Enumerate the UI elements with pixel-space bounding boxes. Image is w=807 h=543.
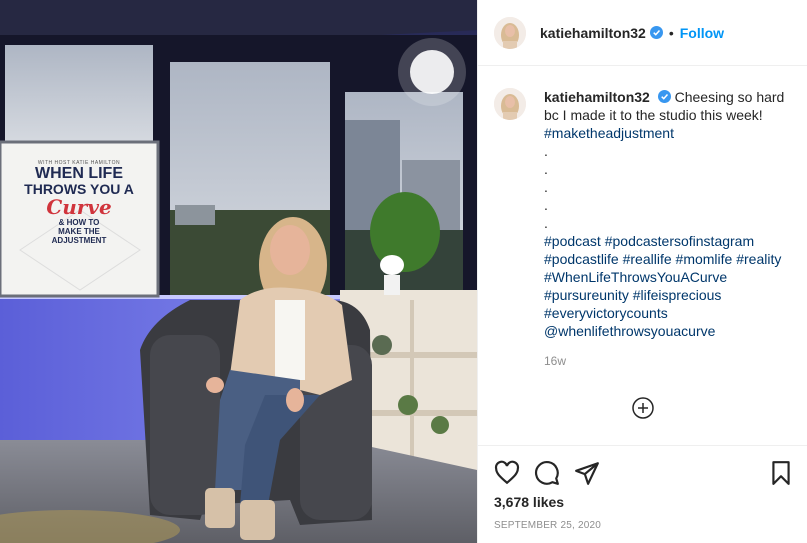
- verified-badge-icon: [649, 26, 663, 39]
- sign-line-4: MAKE THE: [58, 227, 100, 236]
- caption-text: katiehamilton32 Cheesing so hard bc I ma…: [544, 88, 794, 370]
- avatar[interactable]: [494, 16, 526, 49]
- like-count[interactable]: 3,678 likes: [494, 494, 564, 510]
- separator-dot: •: [668, 24, 674, 41]
- caption-dot: .: [544, 197, 548, 213]
- sign-text: WITH HOST KATIE HAMILTON WHEN LIFE THROW…: [0, 160, 158, 245]
- avatar-image: [494, 16, 526, 49]
- hashtag[interactable]: #podcastlife: [544, 251, 619, 267]
- caption-dot: .: [544, 179, 548, 195]
- follow-button[interactable]: Follow: [680, 25, 724, 41]
- hashtag[interactable]: #WhenLifeThrowsYouACurve: [544, 269, 727, 285]
- hashtag[interactable]: #pursureunity: [544, 287, 629, 303]
- sign-line-1: WHEN LIFE: [35, 165, 123, 182]
- sign-line-2: THROWS YOU A: [24, 181, 134, 197]
- post-header: katiehamilton32 • Follow: [478, 0, 807, 66]
- time-ago[interactable]: 16w: [544, 352, 794, 370]
- hashtag[interactable]: #reality: [736, 251, 781, 267]
- paper-plane-icon[interactable]: [574, 460, 600, 486]
- hashtag-list: #podcast #podcastersofinstagram #podcast…: [544, 232, 794, 340]
- mention[interactable]: @whenlifethrowsyouacurve: [544, 323, 715, 339]
- hashtag[interactable]: #podcastersofinstagram: [605, 233, 754, 249]
- heart-icon[interactable]: [494, 460, 520, 486]
- username-link[interactable]: katiehamilton32: [540, 25, 646, 41]
- caption: katiehamilton32 Cheesing so hard bc I ma…: [494, 88, 794, 370]
- plus-circle-icon[interactable]: [632, 397, 654, 419]
- bookmark-icon[interactable]: [768, 460, 794, 486]
- verified-badge-icon: [657, 90, 671, 103]
- post-date: SEPTEMBER 25, 2020: [494, 520, 601, 531]
- post-panel: katiehamilton32 • Follow katiehamilton32…: [477, 0, 807, 543]
- avatar-image: [494, 88, 526, 120]
- hashtag[interactable]: #everyvictorycounts: [544, 305, 668, 321]
- hashtag[interactable]: #maketheadjustment: [544, 124, 794, 142]
- caption-dot: .: [544, 161, 548, 177]
- hashtag[interactable]: #reallife: [623, 251, 672, 267]
- studio-scene: [0, 0, 477, 543]
- post-photo[interactable]: WITH HOST KATIE HAMILTON WHEN LIFE THROW…: [0, 0, 477, 543]
- caption-dot: .: [544, 143, 548, 159]
- caption-avatar[interactable]: [494, 88, 526, 120]
- hashtag[interactable]: #lifeisprecious: [633, 287, 722, 303]
- caption-username[interactable]: katiehamilton32: [544, 89, 650, 105]
- sign-curve: Curve: [46, 195, 112, 219]
- sign-line-3: & HOW TO: [58, 218, 100, 227]
- hashtag[interactable]: #podcast: [544, 233, 601, 249]
- hashtag[interactable]: #momlife: [676, 251, 733, 267]
- speech-bubble-icon[interactable]: [534, 460, 560, 486]
- caption-dot: .: [544, 215, 548, 231]
- sign-line-5: ADJUSTMENT: [51, 236, 107, 245]
